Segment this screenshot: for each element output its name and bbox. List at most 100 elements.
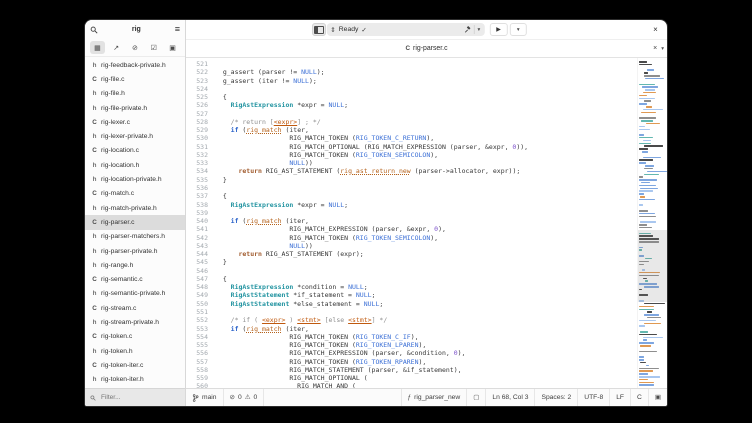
file-row[interactable]: Crig-lexer.c bbox=[85, 115, 185, 129]
build-caret-icon[interactable]: ▾ bbox=[478, 27, 481, 33]
file-row[interactable]: hrig-file.h bbox=[85, 87, 185, 101]
indentation[interactable]: Spaces: 2 bbox=[534, 389, 577, 406]
symbol-context-label: rig_parser_new bbox=[414, 394, 460, 401]
switcher-diagnostics-icon[interactable]: ⊘ bbox=[127, 41, 142, 54]
code-line: 533 NULL)) bbox=[186, 159, 637, 167]
error-count: 0 bbox=[238, 394, 242, 401]
tab-close-icon[interactable]: × bbox=[653, 45, 657, 52]
code-text bbox=[215, 308, 637, 316]
file-row[interactable]: Crig-token-iter.c bbox=[85, 358, 185, 372]
line-number: 548 bbox=[186, 283, 215, 291]
symbol-context-icon: ƒ bbox=[408, 394, 412, 401]
header-file-icon: h bbox=[91, 162, 98, 169]
line-ending[interactable]: LF bbox=[609, 389, 630, 406]
app-window: rig ≡ ▦↗⊘☑▣ hrig-feedback-private.hCrig-… bbox=[85, 20, 667, 406]
file-row[interactable]: hrig-semantic-private.h bbox=[85, 287, 185, 301]
indentation-label: Spaces: 2 bbox=[541, 394, 571, 401]
language[interactable]: C bbox=[630, 389, 648, 406]
file-row[interactable]: hrig-file-private.h bbox=[85, 101, 185, 115]
file-row[interactable]: hrig-location-private.h bbox=[85, 172, 185, 186]
toggle-sidebar-button[interactable] bbox=[312, 23, 326, 36]
filter-input[interactable] bbox=[99, 393, 173, 402]
search-icon[interactable] bbox=[90, 26, 98, 34]
c-file-icon: C bbox=[91, 333, 98, 340]
omnibar[interactable]: ⇕ Ready ✓ ▾ bbox=[326, 23, 484, 36]
build-hammer-icon[interactable] bbox=[464, 26, 471, 33]
panel-indicator[interactable]: ▢ bbox=[466, 389, 485, 406]
file-row[interactable]: Crig-token.c bbox=[85, 330, 185, 344]
file-row[interactable]: hrig-token-iter.h bbox=[85, 373, 185, 387]
code-text: RIG_MATCH_EXPRESSION (parser, &condition… bbox=[215, 349, 637, 357]
tab-list-caret-icon[interactable]: ▾ bbox=[661, 46, 664, 52]
project-title: rig bbox=[132, 26, 141, 33]
git-branch-indicator[interactable]: main bbox=[186, 389, 224, 406]
run-caret-button[interactable]: ▾ bbox=[510, 23, 527, 36]
file-row[interactable]: Crig-match.c bbox=[85, 187, 185, 201]
file-row[interactable]: Crig-location.c bbox=[85, 144, 185, 158]
header-file-icon: h bbox=[91, 105, 98, 112]
header-file-icon: h bbox=[91, 248, 98, 255]
switcher-project-tree-icon[interactable]: ▦ bbox=[90, 41, 105, 54]
code-line: 556 RIG_MATCH_EXPRESSION (parser, &condi… bbox=[186, 349, 637, 357]
file-row[interactable]: hrig-parser-private.h bbox=[85, 244, 185, 258]
file-row[interactable]: hrig-location.h bbox=[85, 158, 185, 172]
bottom-panel-toggle[interactable]: ▣ bbox=[648, 389, 667, 406]
window-close-button[interactable]: × bbox=[649, 23, 662, 36]
code-line: 540 if (rig_match (iter, bbox=[186, 217, 637, 225]
file-row[interactable]: hrig-feedback-private.h bbox=[85, 58, 185, 72]
file-row[interactable]: Crig-parser.c bbox=[85, 215, 185, 229]
line-number: 528 bbox=[186, 118, 215, 126]
file-name: rig-stream.c bbox=[101, 305, 136, 312]
menu-icon[interactable]: ≡ bbox=[175, 25, 180, 34]
line-number: 522 bbox=[186, 68, 215, 76]
c-file-icon: C bbox=[91, 147, 98, 154]
minimap-viewport[interactable] bbox=[638, 230, 667, 303]
cursor-position[interactable]: Ln 68, Col 3 bbox=[485, 389, 534, 406]
file-row[interactable]: Crig-file.c bbox=[85, 72, 185, 86]
line-number: 554 bbox=[186, 333, 215, 341]
line-number: 542 bbox=[186, 234, 215, 242]
line-number: 549 bbox=[186, 291, 215, 299]
file-row[interactable]: hrig-lexer-private.h bbox=[85, 129, 185, 143]
file-row[interactable]: Crig-semantic.c bbox=[85, 272, 185, 286]
run-button[interactable]: ▶ bbox=[489, 23, 508, 36]
header-file-icon: h bbox=[91, 376, 98, 383]
file-name: rig-range.h bbox=[101, 262, 133, 269]
file-name: rig-parser-private.h bbox=[101, 248, 158, 255]
c-file-icon: C bbox=[91, 362, 98, 369]
line-number: 523 bbox=[186, 77, 215, 85]
switcher-terminal-icon[interactable]: ▣ bbox=[165, 41, 180, 54]
file-name: rig-semantic.c bbox=[101, 276, 143, 283]
file-row[interactable]: hrig-stream-private.h bbox=[85, 315, 185, 329]
line-number: 526 bbox=[186, 101, 215, 109]
file-row[interactable]: hrig-token.h bbox=[85, 344, 185, 358]
file-row[interactable]: hrig-range.h bbox=[85, 258, 185, 272]
code-text bbox=[215, 110, 637, 118]
diagnostics-indicator[interactable]: ⊘ 0 ⚠ 0 bbox=[224, 389, 265, 406]
switcher-run-icon[interactable]: ↗ bbox=[109, 41, 124, 54]
code-line: 527 bbox=[186, 110, 637, 118]
code-line: 548 RigAstExpression *condition = NULL; bbox=[186, 283, 637, 291]
code-editor[interactable]: 521522 g_assert (parser != NULL);523 g_a… bbox=[186, 58, 667, 388]
code-line: 544 return RIG_AST_STATEMENT (expr); bbox=[186, 250, 637, 258]
code-text: RIG_MATCH_TOKEN (RIG_TOKEN_LPAREN), bbox=[215, 341, 637, 349]
code-line: 523 g_assert (iter != NULL); bbox=[186, 77, 637, 85]
tab-rig-parser[interactable]: C rig-parser.c bbox=[405, 45, 447, 52]
minimap[interactable] bbox=[637, 58, 667, 388]
code-line: 555 RIG_MATCH_TOKEN (RIG_TOKEN_LPAREN), bbox=[186, 341, 637, 349]
line-number: 550 bbox=[186, 300, 215, 308]
file-row[interactable]: hrig-match-private.h bbox=[85, 201, 185, 215]
code-text: NULL)) bbox=[215, 242, 637, 250]
symbol-context[interactable]: ƒrig_parser_new bbox=[401, 389, 467, 406]
code-line: 543 NULL)) bbox=[186, 242, 637, 250]
encoding[interactable]: UTF-8 bbox=[577, 389, 609, 406]
code-text: NULL)) bbox=[215, 159, 637, 167]
file-row[interactable]: hrig-parser-matchers.h bbox=[85, 230, 185, 244]
switcher-todo-icon[interactable]: ☑ bbox=[146, 41, 161, 54]
file-name: rig-location.h bbox=[101, 162, 139, 169]
line-number: 538 bbox=[186, 201, 215, 209]
code-area: 521522 g_assert (parser != NULL);523 g_a… bbox=[186, 58, 637, 388]
file-row[interactable]: Crig-stream.c bbox=[85, 301, 185, 315]
code-text: g_assert (iter != NULL); bbox=[215, 77, 637, 85]
warning-count: 0 bbox=[254, 394, 258, 401]
